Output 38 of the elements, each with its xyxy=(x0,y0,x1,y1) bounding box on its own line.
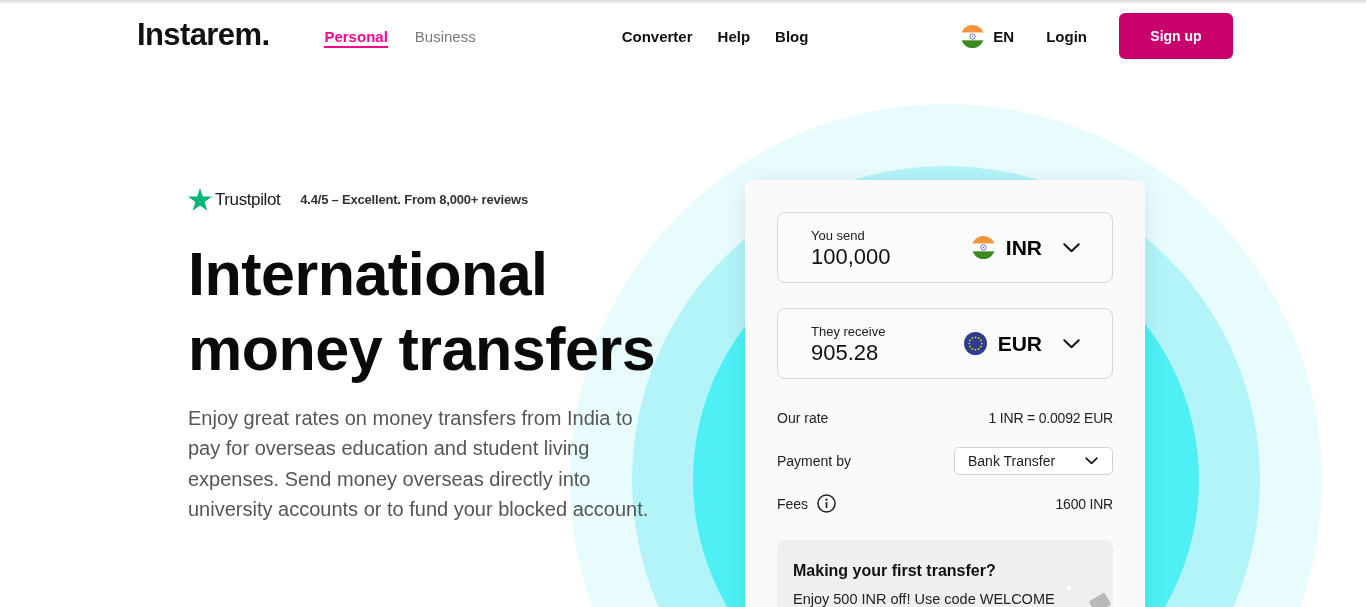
brand-name: Trustpilot xyxy=(215,189,281,210)
nav-tab[interactable]: Business xyxy=(414,27,476,48)
amount-field[interactable]: They receive 905.28 EUR xyxy=(777,308,1113,379)
row-value: 1 INR = 0.0092 EUR xyxy=(988,409,1113,426)
language-selector[interactable]: EN xyxy=(961,24,1015,48)
field-label: You send xyxy=(811,227,866,243)
rating-text: 4.4/5 – Excellent. From 8,000+ reviews xyxy=(300,192,528,207)
row-label: Our rate xyxy=(777,409,829,426)
hero-title: International money transfers xyxy=(188,239,657,385)
row-label: Fees xyxy=(777,495,809,512)
promo-title: Making your first transfer? xyxy=(793,562,997,580)
nav-link[interactable]: Blog xyxy=(775,27,809,45)
chevron-down-icon xyxy=(1063,242,1080,253)
info-icon[interactable] xyxy=(817,494,837,513)
login-link[interactable]: Login xyxy=(1046,27,1087,45)
promo-text: Enjoy 500 INR off! Use code WELCOME xyxy=(793,591,1056,607)
row-value: 1600 INR xyxy=(1055,495,1113,512)
nav-tab[interactable]: Personal xyxy=(324,27,388,48)
amount-value[interactable]: 100,000 xyxy=(811,243,891,270)
field-label: They receive xyxy=(811,323,886,339)
nav-link[interactable]: Help xyxy=(717,27,751,45)
flag-icon xyxy=(961,24,985,48)
row-label: Payment by xyxy=(777,452,851,469)
flag-icon xyxy=(963,332,987,355)
chevron-down-icon xyxy=(1063,338,1080,349)
signup-button[interactable]: Sign up xyxy=(1119,13,1233,59)
logo[interactable]: Instarem. xyxy=(137,16,270,53)
payment-method-select[interactable]: Bank Transfer xyxy=(954,446,1113,475)
currency-dropdown[interactable]: INR xyxy=(971,235,1080,260)
amount-field[interactable]: You send 100,000 INR xyxy=(777,212,1113,283)
star-icon xyxy=(188,188,212,211)
nav-link[interactable]: Converter xyxy=(621,27,693,45)
hero-description: Enjoy great rates on money transfers from India to pay for overseas education and student living expenses. Send money overseas directly into university accounts or to fund your blocked account. xyxy=(188,406,650,522)
chevron-down-icon xyxy=(1085,456,1098,465)
currency-dropdown[interactable]: EUR xyxy=(963,331,1080,356)
flag-icon xyxy=(971,236,995,259)
promo-illustration-drawing xyxy=(1065,582,1113,607)
amount-value[interactable]: 905.28 xyxy=(811,339,886,366)
